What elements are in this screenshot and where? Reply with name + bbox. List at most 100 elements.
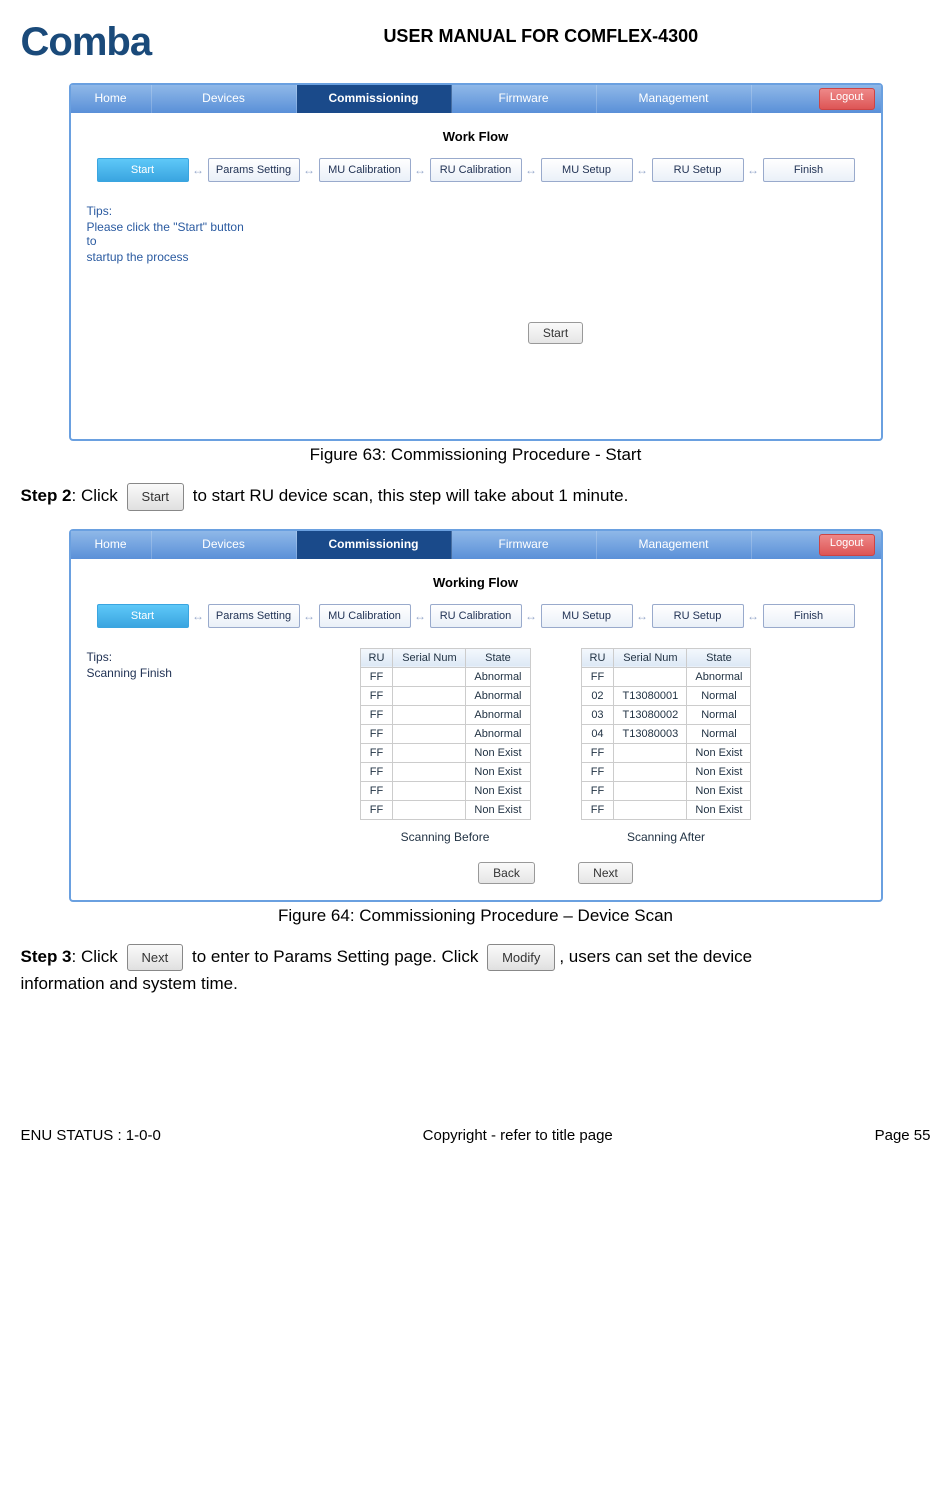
nav-commissioning[interactable]: Commissioning [297,85,452,113]
scanning-after-table: RU Serial Num State FFAbnormal02T1308000… [581,648,752,820]
workflow-steps: Start↔ Params Setting↔ MU Calibration↔ R… [97,604,855,628]
table-cell: Non Exist [466,781,530,800]
col-ru: RU [581,648,614,667]
figure-64-caption: Figure 64: Commissioning Procedure – Dev… [21,906,931,926]
back-button[interactable]: Back [478,862,535,884]
nav-firmware[interactable]: Firmware [452,531,597,559]
arrow-icon: ↔ [414,609,426,623]
step-finish[interactable]: Finish [763,158,855,182]
start-button[interactable]: Start [528,322,583,344]
step-ru-cal[interactable]: RU Calibration [430,604,522,628]
col-state: State [687,648,751,667]
footer-copyright: Copyright - refer to title page [423,1127,613,1144]
table-cell: 02 [581,686,614,705]
table-cell: FF [360,724,393,743]
page-footer: ENU STATUS : 1-0-0 Copyright - refer to … [21,1127,931,1144]
step-3-text: Step 3: Click Next to enter to Params Se… [21,944,931,997]
inline-modify-button[interactable]: Modify [487,944,555,972]
step-start[interactable]: Start [97,158,189,182]
table-cell [614,800,687,819]
table-cell: Abnormal [466,705,530,724]
table-row: FF Non Exist [581,781,751,800]
arrow-icon: ↔ [636,609,648,623]
nav-firmware[interactable]: Firmware [452,85,597,113]
nav-home[interactable]: Home [71,85,152,113]
logout-button[interactable]: Logout [819,534,875,556]
step-ru-setup[interactable]: RU Setup [652,158,744,182]
table-cell: 04 [581,724,614,743]
table-cell [614,743,687,762]
step-finish[interactable]: Finish [763,604,855,628]
logo: Comba [21,20,152,65]
nav-home[interactable]: Home [71,531,152,559]
step-mu-setup[interactable]: MU Setup [541,604,633,628]
scanning-before-label: Scanning Before [360,830,531,844]
table-cell: Non Exist [687,800,751,819]
table-cell: Normal [687,686,751,705]
col-state: State [466,648,530,667]
table-cell: FF [360,762,393,781]
inline-start-button[interactable]: Start [127,483,184,511]
tips-line: Please click the "Start" button to [87,220,247,248]
table-row: FFNon Exist [360,762,530,781]
table-cell: FF [581,743,614,762]
col-ru: RU [360,648,393,667]
table-cell: Non Exist [466,743,530,762]
nav-devices[interactable]: Devices [152,85,297,113]
arrow-icon: ↔ [636,163,648,177]
tips-line: startup the process [87,250,247,264]
step-params[interactable]: Params Setting [208,604,300,628]
inline-next-button[interactable]: Next [127,944,184,972]
table-cell: FF [360,743,393,762]
table-cell [614,781,687,800]
table-cell [393,667,466,686]
table-row: FF Abnormal [360,667,530,686]
arrow-icon: ↔ [525,609,537,623]
table-cell: FF [581,781,614,800]
arrow-icon: ↔ [525,163,537,177]
arrow-icon: ↔ [303,163,315,177]
table-row: FFNon Exist [581,762,751,781]
table-cell: FF [360,667,393,686]
nav-devices[interactable]: Devices [152,531,297,559]
table-cell [614,762,687,781]
step-mu-setup[interactable]: MU Setup [541,158,633,182]
table-cell [393,800,466,819]
table-cell: Non Exist [466,800,530,819]
table-cell: FF [360,800,393,819]
col-serial: Serial Num [614,648,687,667]
table-cell: T13080001 [614,686,687,705]
tips-line: Scanning Finish [87,666,247,680]
table-cell: Non Exist [687,781,751,800]
figure-64-screenshot: Home Devices Commissioning Firmware Mana… [69,529,883,902]
step-mu-cal[interactable]: MU Calibration [319,604,411,628]
step-ru-setup[interactable]: RU Setup [652,604,744,628]
step-params[interactable]: Params Setting [208,158,300,182]
nav-management[interactable]: Management [597,531,752,559]
table-cell [393,705,466,724]
next-button[interactable]: Next [578,862,633,884]
arrow-icon: ↔ [414,163,426,177]
table-cell: Abnormal [466,667,530,686]
nav-management[interactable]: Management [597,85,752,113]
table-cell: FF [360,705,393,724]
col-serial: Serial Num [393,648,466,667]
tips-title: Tips: [87,650,247,664]
step-mu-cal[interactable]: MU Calibration [319,158,411,182]
workflow-title: Work Flow [87,129,865,144]
table-row: 02T13080001Normal [581,686,751,705]
table-cell: T13080002 [614,705,687,724]
logout-button[interactable]: Logout [819,88,875,110]
step-start[interactable]: Start [97,604,189,628]
table-cell: Normal [687,724,751,743]
workflow-title: Working Flow [87,575,865,590]
table-cell: Non Exist [687,743,751,762]
table-cell: FF [360,686,393,705]
figure-63-caption: Figure 63: Commissioning Procedure - Sta… [21,445,931,465]
step-ru-cal[interactable]: RU Calibration [430,158,522,182]
table-cell: FF [581,762,614,781]
manual-title: USER MANUAL FOR COMFLEX-4300 [151,20,930,47]
nav-commissioning[interactable]: Commissioning [297,531,452,559]
table-cell: Abnormal [466,686,530,705]
table-cell [393,724,466,743]
